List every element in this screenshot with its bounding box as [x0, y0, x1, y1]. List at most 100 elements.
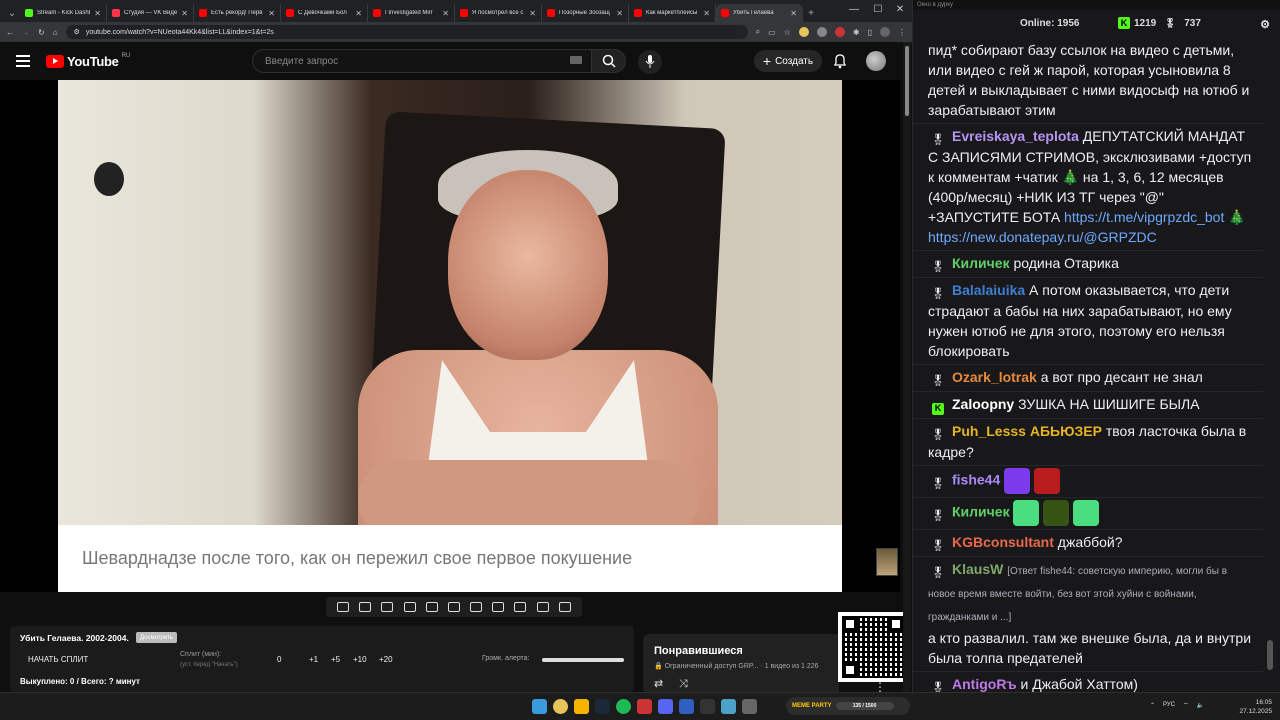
- close-window-icon[interactable]: ✕: [888, 0, 912, 18]
- url-field[interactable]: ⚙ youtube.com/watch?v=NUeota44Kk4&list=L…: [65, 25, 748, 39]
- filter-icon[interactable]: [470, 602, 483, 612]
- browser-menu-icon[interactable]: ⋮: [898, 28, 906, 37]
- chat-username[interactable]: AntigoRъ: [952, 676, 1017, 692]
- close-tab-icon[interactable]: ✕: [616, 9, 623, 18]
- browser-tab[interactable]: С Девочками Бол ✕: [281, 4, 368, 22]
- close-tab-icon[interactable]: ✕: [181, 9, 188, 18]
- chat-scrollbar[interactable]: [1267, 40, 1273, 680]
- split-step-button[interactable]: 0: [277, 655, 281, 664]
- mic-button[interactable]: [638, 50, 662, 74]
- app-icon[interactable]: [721, 699, 736, 714]
- close-tab-icon[interactable]: ✕: [529, 9, 536, 18]
- chat-username[interactable]: KGBconsultant: [952, 534, 1054, 550]
- split-step-button[interactable]: +1: [309, 655, 318, 664]
- alert-volume-slider[interactable]: [542, 658, 624, 662]
- tray-chevron-icon[interactable]: ⌃: [1150, 702, 1155, 709]
- chat-username[interactable]: Киличек: [952, 255, 1010, 271]
- browser-tab[interactable]: Как маркетплейсы ✕: [629, 4, 716, 22]
- extensions-puzzle-icon[interactable]: ✱: [853, 28, 860, 37]
- chat-username[interactable]: fishe44: [952, 472, 1000, 488]
- close-tab-icon[interactable]: ✕: [268, 9, 275, 18]
- new-tab-button[interactable]: +: [803, 4, 819, 22]
- video-player[interactable]: Шеварднадзе после того, как он пережил с…: [0, 80, 900, 592]
- shuffle-icon[interactable]: ⤨: [679, 679, 693, 690]
- cast-icon[interactable]: ▭: [768, 28, 776, 37]
- search-input[interactable]: Введите запрос: [252, 49, 592, 73]
- create-button[interactable]: + Создать: [754, 50, 822, 72]
- start-icon[interactable]: [532, 699, 547, 714]
- start-split-button[interactable]: НАЧАТЬ СПЛИТ: [28, 655, 88, 664]
- home-icon[interactable]: ⌂: [53, 28, 58, 37]
- maximize-icon[interactable]: ☐: [866, 0, 890, 18]
- loop-playlist-icon[interactable]: ⇄: [654, 679, 668, 690]
- sort-icon[interactable]: [359, 602, 372, 612]
- volume-icon[interactable]: 🔈: [1197, 702, 1204, 709]
- screen-icon[interactable]: [403, 602, 416, 612]
- sidebar-icon[interactable]: ▯: [868, 28, 872, 37]
- browser-tab[interactable]: Есть рекорд! Перв ✕: [194, 4, 281, 22]
- profile-icon[interactable]: [880, 27, 890, 37]
- playlist-title[interactable]: Понравившиеся: [654, 645, 743, 657]
- site-info-icon[interactable]: ⚙: [74, 28, 80, 36]
- chat-link[interactable]: https://new.donatepay.ru/@GRPZDC: [928, 229, 1157, 245]
- bookmark-star-icon[interactable]: ☆: [784, 28, 791, 37]
- chat-username[interactable]: KlausW: [952, 561, 1003, 577]
- picture-in-picture-icon[interactable]: [447, 602, 460, 612]
- back-icon[interactable]: ←: [6, 28, 14, 37]
- end-screen-thumbnail[interactable]: [876, 548, 898, 576]
- chat-username[interactable]: Balalaiuika: [952, 282, 1025, 298]
- speed-icon[interactable]: [492, 602, 505, 612]
- close-tab-icon[interactable]: ✕: [355, 9, 362, 18]
- chat-username[interactable]: Киличек: [952, 504, 1010, 520]
- close-tab-icon[interactable]: ✕: [790, 9, 797, 18]
- browser-tab[interactable]: Позорные Зоозащ ✕: [542, 4, 629, 22]
- discord-icon[interactable]: [658, 699, 673, 714]
- app-icon[interactable]: [742, 699, 757, 714]
- chat-username[interactable]: Zaloopny: [952, 396, 1014, 412]
- reload-icon[interactable]: ↻: [38, 28, 45, 37]
- audio-icon[interactable]: [381, 602, 394, 612]
- youtube-logo[interactable]: YouTube RU: [46, 53, 130, 69]
- spotify-icon[interactable]: [616, 699, 631, 714]
- extension-icon[interactable]: [834, 27, 845, 37]
- split-step-button[interactable]: +20: [379, 655, 393, 664]
- chat-settings-icon[interactable]: ⚙: [1260, 18, 1270, 31]
- chat-username[interactable]: Puh_Lesss: [952, 423, 1026, 439]
- split-step-button[interactable]: +5: [331, 655, 340, 664]
- chat-username[interactable]: Evreiskaya_teplota: [952, 128, 1079, 144]
- settings-gear-icon[interactable]: [558, 602, 571, 612]
- search-button[interactable]: [592, 49, 626, 73]
- browser-tab[interactable]: Студия — VK Видео ✕: [107, 4, 194, 22]
- avatar[interactable]: [866, 51, 886, 71]
- minimize-icon[interactable]: —: [842, 0, 866, 18]
- browser-tab[interactable]: Убить Гелаева ✕: [716, 4, 803, 22]
- cinema-icon[interactable]: [425, 602, 438, 612]
- app-icon[interactable]: [679, 699, 694, 714]
- extension-icon[interactable]: [798, 27, 809, 37]
- app-icon[interactable]: [637, 699, 652, 714]
- keyboard-icon[interactable]: [570, 56, 582, 64]
- hamburger-menu-icon[interactable]: [16, 55, 30, 67]
- app-icon[interactable]: [700, 699, 715, 714]
- chrome-icon[interactable]: [553, 699, 568, 714]
- video-frame[interactable]: [58, 80, 842, 525]
- split-badge[interactable]: Досмотреть: [136, 632, 177, 643]
- loop-icon[interactable]: [337, 602, 350, 612]
- forward-icon[interactable]: →: [22, 28, 30, 37]
- extension-icon[interactable]: [816, 27, 827, 37]
- explorer-icon[interactable]: [574, 699, 589, 714]
- page-scrollbar[interactable]: [903, 42, 911, 692]
- tab-search-icon[interactable]: ⌄: [4, 4, 20, 22]
- close-tab-icon[interactable]: ✕: [442, 9, 449, 18]
- notifications-bell-icon[interactable]: [832, 53, 848, 69]
- split-step-button[interactable]: +10: [353, 655, 367, 664]
- add-icon[interactable]: [514, 602, 527, 612]
- language-indicator[interactable]: РУС: [1163, 702, 1175, 708]
- steam-icon[interactable]: [595, 699, 610, 714]
- close-tab-icon[interactable]: ✕: [703, 9, 710, 18]
- zoom-icon[interactable]: ⌕: [756, 27, 760, 37]
- chat-username[interactable]: Ozark_lotrak: [952, 369, 1037, 385]
- browser-tab[interactable]: Я посмотрел все с ✕: [455, 4, 542, 22]
- clock[interactable]: 16:05 27.12.2025: [1228, 698, 1272, 716]
- chat-link[interactable]: https://t.me/vipgrpzdc_bot: [1064, 209, 1224, 225]
